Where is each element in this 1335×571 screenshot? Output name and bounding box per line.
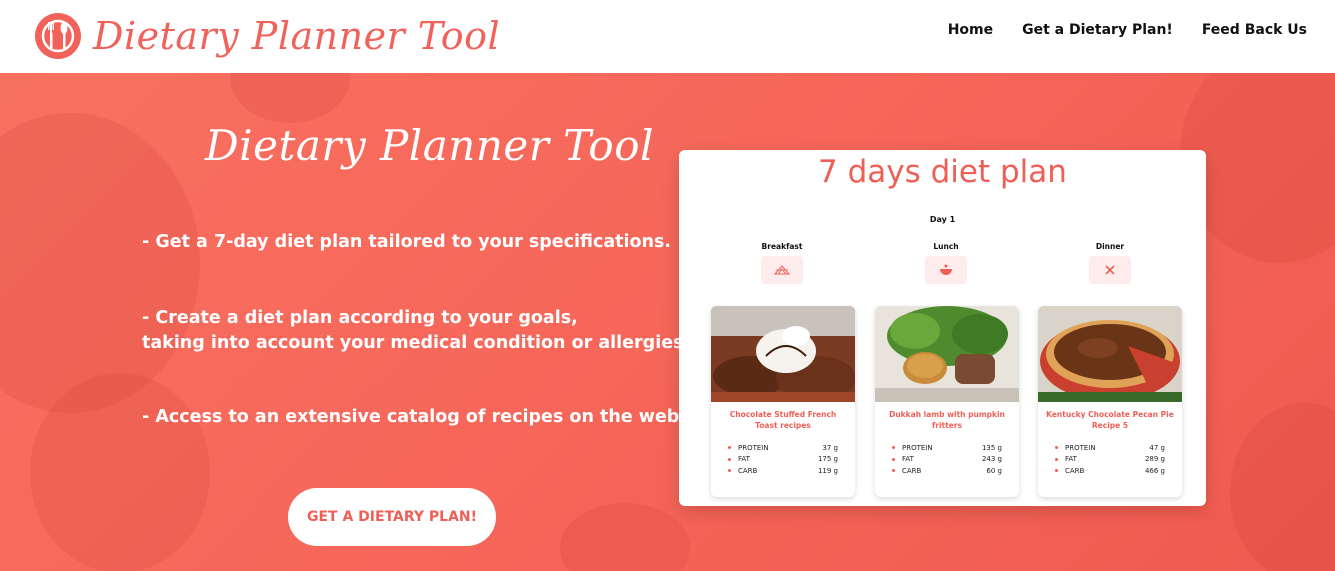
nutrient-row: PROTEIN 37 g [728,442,838,454]
recipe-card[interactable]: Chocolate Stuffed French Toast recipes P… [711,306,855,497]
bowl-icon [925,256,967,284]
nutrient-row: FAT 243 g [892,454,1002,466]
recipe-image [711,306,855,402]
meal-name: Breakfast [761,242,803,251]
nutrient-value: 466 g [1144,466,1165,475]
nutrient-label: CARB [902,466,922,475]
hero-title: Dietary Planner Tool [205,121,654,170]
nutrient-row: FAT 289 g [1055,454,1165,466]
nutrient-value: 243 g [981,455,1002,464]
nutrient-value: 37 g [822,443,838,452]
background-decoration [1230,403,1335,571]
meal-breakfast: Breakfast [742,242,822,284]
recipe-name: Chocolate Stuffed French Toast recipes [729,410,837,430]
brand[interactable]: Dietary Planner Tool [33,10,500,62]
plan-title: 7 days diet plan [818,154,1067,190]
meal-lunch: Lunch [906,242,986,284]
nav-get-dietary-plan[interactable]: Get a Dietary Plan! [1022,22,1173,38]
background-decoration [0,113,200,413]
nutrient-row: CARB 60 g [892,465,1002,477]
recipe-card[interactable]: Dukkah lamb with pumpkin fritters PROTEI… [875,306,1019,497]
nutrient-value: 60 g [986,466,1002,475]
meal-dinner: Dinner [1070,242,1150,284]
meal-name: Lunch [933,242,959,251]
nutrient-label: PROTEIN [1065,443,1096,452]
nutrient-value: 47 g [1149,443,1165,452]
nutrition-list: PROTEIN 37 g FAT 175 g CARB 119 g [711,442,855,477]
meal-name: Dinner [1095,242,1125,251]
nutrient-label: CARB [738,466,758,475]
nutrient-label: CARB [1065,466,1085,475]
nutrient-value: 135 g [981,443,1002,452]
feature-item: - Access to an extensive catalog of reci… [142,407,680,427]
nutrient-row: CARB 119 g [728,465,838,477]
brand-name: Dietary Planner Tool [93,14,501,58]
nutrient-label: FAT [1065,455,1077,464]
nutrient-label: FAT [902,455,914,464]
recipe-name: Dukkah lamb with pumpkin fritters [889,410,1005,430]
feature-item: - Get a 7-day diet plan tailored to your… [142,232,672,252]
top-navbar: Dietary Planner Tool Home Get a Dietary … [0,0,1335,73]
recipe-name: Kentucky Chocolate Pecan Pie Recipe 5 [1046,410,1174,430]
logo-icon [33,11,83,61]
nutrient-row: FAT 175 g [728,454,838,466]
nutrient-row: PROTEIN 47 g [1055,442,1165,454]
diet-plan-preview: 7 days diet plan Day 1 Breakfast Lunch D… [679,150,1206,506]
day-label: Day 1 [929,215,956,224]
feature-item: - Create a diet plan according to your g… [142,308,578,328]
nutrient-label: FAT [738,455,750,464]
nutrient-label: PROTEIN [738,443,769,452]
nutrient-value: 289 g [1144,455,1165,464]
nav-links: Home Get a Dietary Plan! Feed Back Us [948,22,1307,38]
breakfast-icon [761,256,803,284]
cutlery-icon [1089,256,1131,284]
nutrient-value: 119 g [817,466,838,475]
nutrient-label: PROTEIN [902,443,933,452]
feature-item: taking into account your medical conditi… [142,333,684,353]
background-decoration [30,373,210,571]
nutrition-list: PROTEIN 47 g FAT 289 g CARB 466 g [1038,442,1182,477]
nutrient-row: PROTEIN 135 g [892,442,1002,454]
nutrient-value: 175 g [817,455,838,464]
nav-feedback[interactable]: Feed Back Us [1202,22,1307,38]
recipe-image [1038,306,1182,402]
background-decoration [230,73,350,123]
recipe-image [875,306,1019,402]
hero-section: Dietary Planner Tool - Get a 7-day diet … [0,73,1335,571]
nutrient-row: CARB 466 g [1055,465,1165,477]
background-decoration [560,503,690,571]
get-dietary-plan-button[interactable]: GET A DIETARY PLAN! [288,488,496,546]
nav-home[interactable]: Home [948,22,993,38]
nutrition-list: PROTEIN 135 g FAT 243 g CARB 60 g [875,442,1019,477]
recipe-card[interactable]: Kentucky Chocolate Pecan Pie Recipe 5 PR… [1038,306,1182,497]
